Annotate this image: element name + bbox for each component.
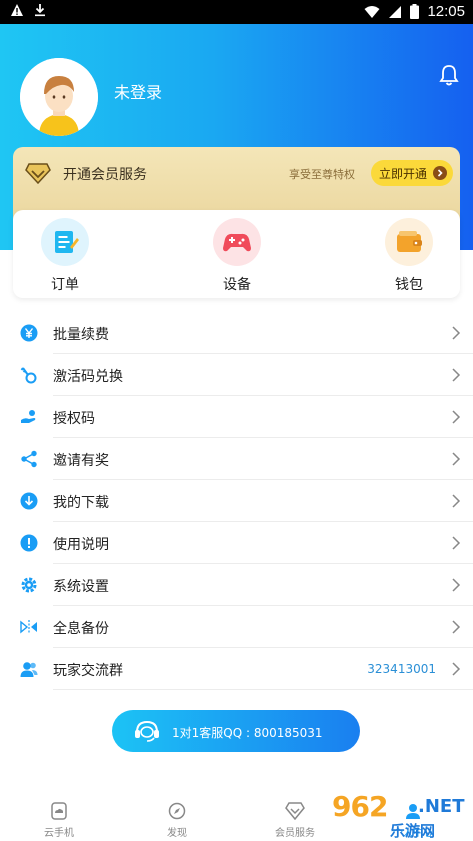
cloud-phone-icon <box>51 802 67 820</box>
signal-icon <box>389 5 402 18</box>
menu-item-system-settings[interactable]: 系统设置 <box>0 564 473 606</box>
avatar-icon <box>20 58 98 136</box>
vip-open-button-label: 立即开通 <box>379 166 428 181</box>
order-icon <box>41 218 89 266</box>
menu-item-batch-renew[interactable]: 批量续费 <box>0 312 473 354</box>
quick-action-device[interactable]: 设备 <box>197 218 277 294</box>
quick-action-label: 订单 <box>51 277 79 293</box>
watermark-site: 乐游网 <box>390 822 436 840</box>
wifi-icon <box>364 5 380 18</box>
key-icon <box>20 367 37 384</box>
quick-actions-card: 订单 设备 钱包 <box>13 210 460 298</box>
group-icon <box>20 662 38 677</box>
menu-item-label: 我的下载 <box>53 495 109 511</box>
menu-item-label: 激活码兑换 <box>53 369 123 385</box>
menu-item-auth-code[interactable]: 授权码 <box>0 396 473 438</box>
menu-item-invite[interactable]: 邀请有奖 <box>0 438 473 480</box>
watermark-net: .NET <box>418 796 465 817</box>
chevron-right-icon <box>452 494 461 508</box>
quick-action-wallet[interactable]: 钱包 <box>369 218 449 294</box>
status-time: 12:05 <box>427 3 465 20</box>
bell-icon[interactable] <box>439 64 459 86</box>
site-watermark: 962 .NET 乐游网 <box>332 788 473 841</box>
tab-discover[interactable]: 发现 <box>142 802 212 839</box>
warning-icon <box>11 4 23 16</box>
headset-icon <box>135 720 159 742</box>
tab-cloud-phone[interactable]: 云手机 <box>24 802 94 839</box>
chevron-right-icon <box>433 166 447 180</box>
menu-item-label: 玩家交流群 <box>53 663 123 679</box>
vip-diamond-icon <box>25 163 51 184</box>
yen-icon <box>20 324 38 342</box>
menu-item-player-group[interactable]: 玩家交流群 323413001 <box>0 648 473 690</box>
vip-open-button[interactable]: 立即开通 <box>371 160 453 186</box>
menu-item-label: 授权码 <box>53 411 95 427</box>
download-status-icon <box>35 4 45 17</box>
menu-item-label: 全息备份 <box>53 621 109 637</box>
login-status[interactable]: 未登录 <box>114 79 162 103</box>
status-bar: 12:05 <box>0 0 473 24</box>
chevron-right-icon <box>452 410 461 424</box>
customer-service-label: 1对1客服QQ : 800185031 <box>172 726 323 740</box>
chevron-right-icon <box>452 536 461 550</box>
share-icon <box>21 450 37 468</box>
tab-label: 云手机 <box>44 828 74 839</box>
gear-icon <box>21 577 37 593</box>
menu-item-label: 邀请有奖 <box>53 453 109 469</box>
chevron-right-icon <box>452 578 461 592</box>
group-number: 323413001 <box>367 662 436 676</box>
menu-item-label: 使用说明 <box>53 537 109 553</box>
menu-item-instructions[interactable]: 使用说明 <box>0 522 473 564</box>
menu-item-downloads[interactable]: 我的下载 <box>0 480 473 522</box>
tab-label: 发现 <box>167 828 187 839</box>
settings-menu: 批量续费 激活码兑换 授权码 邀请有奖 我的下载 使用说明 系统设置 全息备份 … <box>0 312 473 690</box>
download-icon <box>20 492 38 510</box>
menu-item-label: 批量续费 <box>53 327 109 343</box>
quick-action-label: 设备 <box>223 277 251 293</box>
vip-subtitle: 享受至尊特权 <box>289 168 355 181</box>
vip-heart-icon <box>285 802 305 820</box>
watermark-number: 962 <box>332 790 388 823</box>
chevron-right-icon <box>452 368 461 382</box>
vip-title: 开通会员服务 <box>63 167 147 183</box>
gamepad-icon <box>213 218 261 266</box>
hand-icon <box>21 410 36 423</box>
menu-item-activation-code[interactable]: 激活码兑换 <box>0 354 473 396</box>
chevron-right-icon <box>452 620 461 634</box>
compass-icon <box>168 802 186 820</box>
customer-service-button[interactable]: 1对1客服QQ : 800185031 <box>112 710 360 752</box>
chevron-right-icon <box>452 452 461 466</box>
wallet-icon <box>385 218 433 266</box>
tab-label: 会员服务 <box>275 828 315 839</box>
backup-icon <box>20 620 37 634</box>
chevron-right-icon <box>452 662 461 676</box>
quick-action-order[interactable]: 订单 <box>25 218 105 294</box>
quick-action-label: 钱包 <box>395 277 423 293</box>
tab-vip-service[interactable]: 会员服务 <box>260 802 330 839</box>
chevron-right-icon <box>452 326 461 340</box>
battery-icon <box>410 4 420 19</box>
divider <box>53 689 473 690</box>
avatar[interactable] <box>20 58 98 136</box>
menu-item-label: 系统设置 <box>53 579 109 595</box>
menu-item-holo-backup[interactable]: 全息备份 <box>0 606 473 648</box>
info-icon <box>20 534 38 552</box>
